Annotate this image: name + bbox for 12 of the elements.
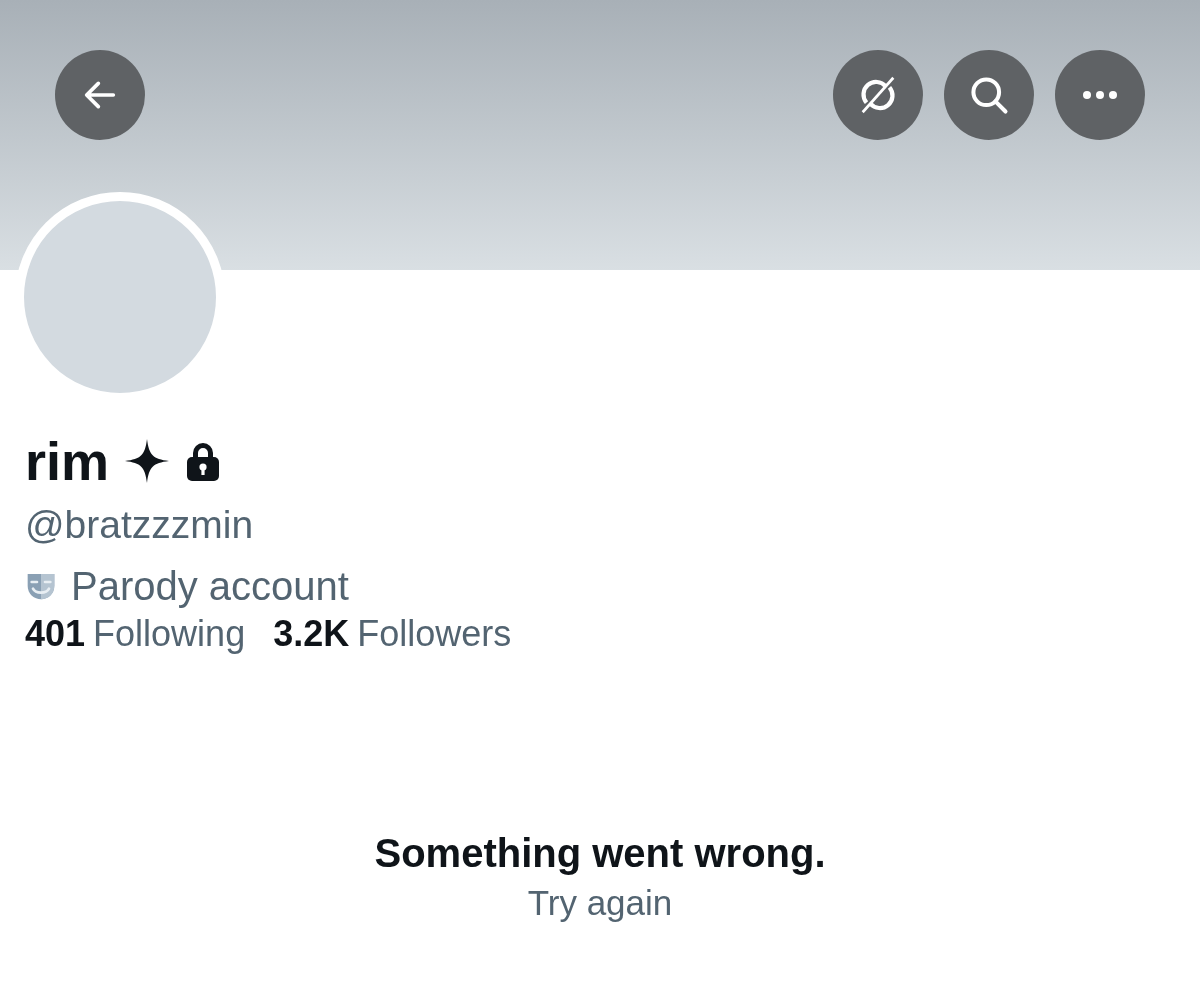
stat-link[interactable]: 3.2K Followers	[273, 610, 512, 658]
stat-count: 3.2K	[273, 612, 350, 656]
stat-link[interactable]: 401 Following	[25, 610, 246, 658]
stat-count: 401	[25, 612, 86, 656]
try-again-link[interactable]: Try again	[527, 881, 673, 925]
display-name: rim	[25, 434, 110, 488]
error-title: Something went wrong.	[374, 830, 826, 877]
username: @bratzzzmin	[25, 502, 255, 548]
more-icon	[1082, 90, 1118, 100]
profile-label: Parody account	[71, 563, 349, 610]
stat-label: Followers	[357, 612, 512, 656]
stat-label: Following	[93, 612, 246, 656]
